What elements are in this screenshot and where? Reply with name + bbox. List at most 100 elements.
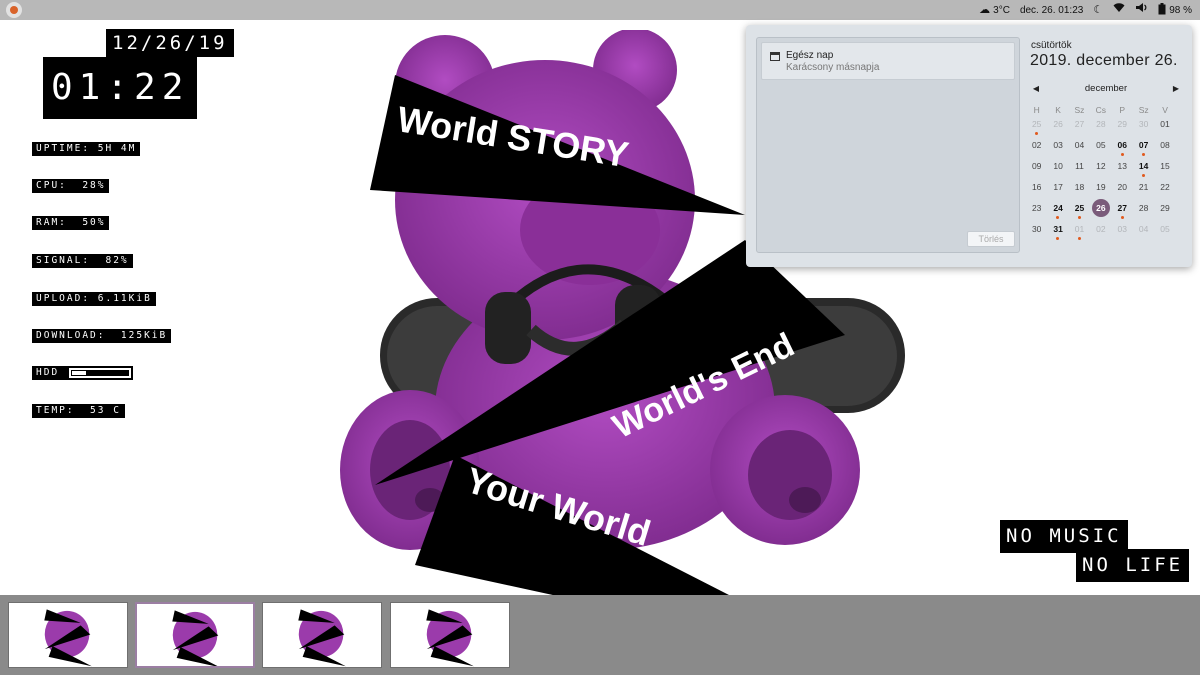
calendar-day[interactable]: 01 [1154, 117, 1175, 138]
calendar-day-number: 19 [1096, 182, 1106, 192]
clear-button[interactable]: Törlés [967, 231, 1015, 247]
calendar-day-number: 24 [1053, 203, 1063, 213]
conky-hdd: HDD [32, 366, 134, 380]
workspace-thumbnail-2[interactable] [135, 602, 255, 668]
calendar-day-number: 16 [1031, 182, 1042, 192]
weather-indicator[interactable]: ☁ 3°C [979, 0, 1010, 20]
calendar-day-number: 30 [1031, 224, 1042, 234]
wifi-icon[interactable] [1113, 0, 1125, 20]
night-light-icon[interactable]: ☾ [1093, 0, 1103, 20]
calendar-day[interactable]: 02 [1026, 138, 1047, 159]
calendar-day[interactable]: 27 [1112, 201, 1133, 222]
calendar-day[interactable]: 19 [1090, 180, 1111, 201]
calendar-day[interactable]: 13 [1112, 159, 1133, 180]
calendar-day[interactable]: 16 [1026, 180, 1047, 201]
calendar-day[interactable]: 03 [1112, 222, 1133, 243]
calendar-day[interactable]: 30 [1026, 222, 1047, 243]
calendar-day[interactable]: 31 [1047, 222, 1068, 243]
calendar-day-number: 23 [1031, 203, 1042, 213]
calendar-day[interactable]: 23 [1026, 201, 1047, 222]
workspace-thumbnail-1[interactable] [8, 602, 128, 668]
calendar-icon [770, 52, 780, 61]
calendar-day-number: 12 [1096, 161, 1106, 171]
workspace-preview-icon [172, 610, 219, 666]
calendar-day[interactable]: 17 [1047, 180, 1068, 201]
conky-temp: TEMP: 53 C [32, 404, 125, 418]
weekday-header: V [1162, 105, 1168, 115]
conky-date: 12/26/19 [106, 29, 234, 57]
volume-icon[interactable] [1135, 0, 1148, 20]
calendar-day[interactable]: 29 [1112, 117, 1133, 138]
conky-ram: RAM: 50% [32, 216, 110, 230]
conky-cpu: CPU: 28% [32, 179, 110, 193]
calendar-day[interactable]: 05 [1154, 222, 1175, 243]
calendar-week-row: 25 26 27 28 29 30 01 [1026, 117, 1186, 138]
calendar-day-number: 07 [1138, 140, 1149, 150]
weekday-header: Sz [1074, 105, 1085, 115]
calendar-day-number: 27 [1074, 119, 1085, 129]
battery-percent: 98 % [1169, 4, 1192, 16]
event-item[interactable]: Egész nap Karácsony másnapja [761, 42, 1015, 80]
next-month-icon[interactable]: ▶ [1170, 82, 1182, 96]
weekday-header: Cs [1095, 105, 1107, 115]
calendar-day-number: 28 [1096, 119, 1106, 129]
clock[interactable]: dec. 26. 01:23 [1020, 5, 1083, 16]
quote-line-2: NO LIFE [1076, 549, 1190, 582]
calendar-day[interactable]: 22 [1154, 180, 1175, 201]
weekday-header: K [1055, 105, 1061, 115]
calendar-day[interactable]: 26 [1047, 117, 1068, 138]
calendar-week-row: 02 03 04 05 06 07 08 [1026, 138, 1186, 159]
workspace-preview-icon [426, 609, 474, 667]
calendar-day[interactable]: 07 [1133, 138, 1154, 159]
calendar-day[interactable]: 06 [1112, 138, 1133, 159]
conky-time: 01:22 [43, 57, 198, 119]
calendar-day[interactable]: 12 [1090, 159, 1111, 180]
calendar-day[interactable]: 03 [1047, 138, 1068, 159]
calendar-day[interactable]: 28 [1090, 117, 1111, 138]
calendar-day[interactable]: 30 [1133, 117, 1154, 138]
activities-icon[interactable] [6, 2, 22, 18]
calendar-day[interactable]: 09 [1026, 159, 1047, 180]
calendar-day[interactable]: 04 [1133, 222, 1154, 243]
conky-signal: SIGNAL: 82% [32, 254, 133, 268]
workspace-thumbnail-3[interactable] [262, 602, 382, 668]
events-list: Egész nap Karácsony másnapja Törlés [756, 37, 1020, 253]
calendar-day[interactable]: 29 [1154, 201, 1175, 222]
conky-uptime: UPTIME: 5H 4M [32, 142, 141, 156]
calendar-day[interactable]: 28 [1133, 201, 1154, 222]
calendar-full-date[interactable]: 2019. december 26. [1030, 52, 1178, 70]
calendar-week-row: 16 17 18 19 20 21 22 [1026, 180, 1186, 201]
calendar-day[interactable]: 20 [1112, 180, 1133, 201]
calendar-day[interactable]: 10 [1047, 159, 1068, 180]
calendar-weekday: csütörtök [1031, 40, 1072, 51]
calendar-day[interactable]: 04 [1069, 138, 1090, 159]
calendar-day[interactable]: 25 [1026, 117, 1047, 138]
calendar-day-today[interactable]: 26 [1090, 199, 1111, 222]
calendar-day-number: 13 [1117, 161, 1127, 171]
calendar-day-number: 02 [1096, 224, 1106, 234]
calendar-day-number: 04 [1138, 224, 1149, 234]
calendar-day-number: 22 [1160, 182, 1170, 192]
calendar-day[interactable]: 25 [1069, 201, 1090, 222]
calendar-day[interactable]: 18 [1069, 180, 1090, 201]
weather-temp: 3°C [993, 4, 1010, 16]
calendar-day[interactable]: 15 [1154, 159, 1175, 180]
battery-indicator[interactable]: 98 % [1158, 2, 1192, 18]
calendar-day-number: 17 [1053, 182, 1063, 192]
calendar-day-number: 25 [1074, 203, 1085, 213]
calendar-day-number: 05 [1096, 140, 1106, 150]
calendar-day[interactable]: 11 [1069, 159, 1090, 180]
calendar-day[interactable]: 02 [1090, 222, 1111, 243]
calendar-day[interactable]: 21 [1133, 180, 1154, 201]
calendar-day[interactable]: 24 [1047, 201, 1068, 222]
workspace-thumbnail-4[interactable] [390, 602, 510, 668]
calendar-day-number: 20 [1117, 182, 1127, 192]
calendar-day-number: 21 [1138, 182, 1149, 192]
calendar-day[interactable]: 01 [1069, 222, 1090, 243]
workspace-preview-icon [44, 609, 92, 667]
calendar-day[interactable]: 14 [1133, 159, 1154, 180]
calendar-day[interactable]: 05 [1090, 138, 1111, 159]
calendar-day[interactable]: 27 [1069, 117, 1090, 138]
calendar-popup: Egész nap Karácsony másnapja Törlés csüt… [746, 25, 1192, 267]
calendar-day[interactable]: 08 [1154, 138, 1175, 159]
